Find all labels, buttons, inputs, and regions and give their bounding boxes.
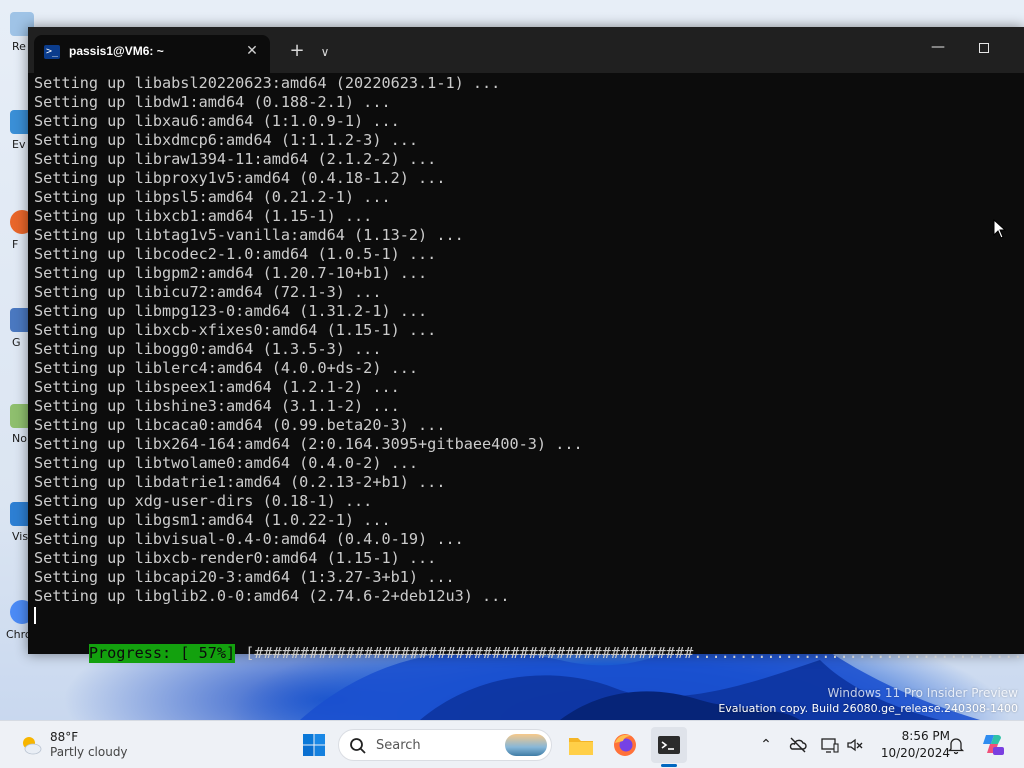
taskbar-search[interactable]: Search	[338, 729, 552, 761]
terminal-icon	[658, 736, 680, 754]
desktop-icon-label: Ev	[12, 138, 26, 151]
firefox-icon	[614, 734, 636, 756]
network-icon[interactable]	[820, 735, 840, 755]
terminal-line: Setting up libspeex1:amd64 (1.2.1-2) ...	[34, 378, 400, 396]
clock-time: 8:56 PM	[901, 729, 950, 743]
start-button[interactable]	[296, 727, 332, 763]
terminal-line: Setting up libvisual-0.4-0:amd64 (0.4.0-…	[34, 530, 464, 548]
terminal-line: Setting up libgpm2:amd64 (1.20.7-10+b1) …	[34, 264, 428, 282]
minimize-button[interactable]: —	[918, 35, 958, 61]
desktop-icon-label: No	[12, 432, 27, 445]
terminal-line: Setting up libxcb-xfixes0:amd64 (1.15-1)…	[34, 321, 437, 339]
new-tab-button[interactable]: +	[286, 41, 308, 63]
progress-label: Progress: [ 57%]	[88, 644, 236, 663]
terminal-line: Setting up libxdmcp6:amd64 (1:1.1.2-3) .…	[34, 131, 419, 149]
desktop-icon-label: Re	[12, 40, 26, 53]
file-explorer-button[interactable]	[563, 727, 599, 763]
terminal-line: Setting up libglib2.0-0:amd64 (2.74.6-2+…	[34, 587, 510, 605]
copilot-button[interactable]	[980, 732, 1004, 756]
terminal-line: Setting up libabsl20220623:amd64 (202206…	[34, 74, 501, 92]
terminal-line: Setting up liblerc4:amd64 (4.0.0+ds-2) .…	[34, 359, 419, 377]
terminal-line: Setting up libproxy1v5:amd64 (0.4.18-1.2…	[34, 169, 446, 187]
copilot-icon	[983, 735, 1004, 755]
terminal-lines: Setting up libabsl20220623:amd64 (202206…	[34, 74, 1024, 606]
terminal-output[interactable]: Setting up libabsl20220623:amd64 (202206…	[28, 73, 1024, 663]
chevron-down-icon[interactable]: ∨	[314, 41, 336, 63]
terminal-line: Setting up libogg0:amd64 (1.3.5-3) ...	[34, 340, 382, 358]
search-highlight-image	[505, 734, 547, 756]
terminal-titlebar[interactable]: >_ passis1@VM6: ~ ✕ + ∨ —	[28, 27, 1024, 73]
terminal-line: Setting up libmpg123-0:amd64 (1.31.2-1) …	[34, 302, 428, 320]
windows-start-icon	[303, 734, 325, 756]
taskbar-clock[interactable]: 8:56 PM 10/20/2024	[870, 728, 950, 762]
terminal-line: Setting up libdw1:amd64 (0.188-2.1) ...	[34, 93, 391, 111]
maximize-button[interactable]	[964, 35, 1004, 61]
weather-condition: Partly cloudy	[50, 745, 128, 759]
partly-cloudy-icon	[23, 737, 42, 755]
weather-temperature: 88°F	[50, 730, 79, 744]
desktop-icon-chromium[interactable]: Chromium	[4, 600, 63, 642]
terminal-line: Setting up libpsl5:amd64 (0.21.2-1) ...	[34, 188, 391, 206]
notification-icon[interactable]	[946, 735, 966, 755]
terminal-line: Setting up libcodec2-1.0:amd64 (1.0.5-1)…	[34, 245, 437, 263]
terminal-line: Setting up libxcb-render0:amd64 (1.15-1)…	[34, 549, 437, 567]
tab-title: passis1@VM6: ~	[69, 44, 164, 58]
taskbar: 88°F Partly cloudy Search ⌃ 8:56 PM 10/2…	[0, 720, 1024, 768]
terminal-line: Setting up libx264-164:amd64 (2:0.164.30…	[34, 435, 583, 453]
close-tab-icon[interactable]: ✕	[242, 41, 262, 61]
watermark-build: Evaluation copy. Build 26080.ge_release.…	[718, 702, 1018, 715]
terminal-taskbar-button[interactable]	[651, 727, 687, 763]
watermark-edition: Windows 11 Pro Insider Preview	[827, 686, 1018, 700]
terminal-line: Setting up libxcb1:amd64 (1.15-1) ...	[34, 207, 373, 225]
firefox-button[interactable]	[607, 727, 643, 763]
active-app-indicator	[661, 764, 677, 767]
progress-line: Progress: [ 57%] [#######################…	[34, 625, 1024, 663]
text-cursor	[34, 607, 36, 624]
desktop-icon-label: F	[12, 238, 19, 251]
chevron-up-icon[interactable]: ⌃	[756, 735, 776, 755]
progress-bar-text: [#######################################…	[245, 644, 1024, 662]
desktop-icon-recycle-bin[interactable]: Re	[4, 12, 34, 54]
desktop-icon-vscode[interactable]: Visu	[4, 502, 35, 544]
volume-icon[interactable]	[845, 735, 865, 755]
terminal-line: Setting up libshine3:amd64 (3.1.1-2) ...	[34, 397, 400, 415]
prompt-line	[34, 606, 1024, 625]
powershell-icon: >_	[44, 45, 60, 59]
desktop-icon-edge[interactable]: Ev	[4, 110, 34, 152]
onedrive-icon[interactable]	[788, 735, 808, 755]
terminal-line: Setting up libxau6:amd64 (1:1.0.9-1) ...	[34, 112, 400, 130]
terminal-tab[interactable]: >_ passis1@VM6: ~ ✕	[34, 35, 270, 73]
os-watermark: Windows 11 Pro Insider Preview Evaluatio…	[718, 686, 1018, 716]
terminal-line: Setting up libdatrie1:amd64 (0.2.13-2+b1…	[34, 473, 446, 491]
file-explorer-icon	[569, 738, 593, 755]
clock-date: 10/20/2024	[880, 746, 950, 760]
desktop-icon-notepad[interactable]: No	[4, 404, 34, 446]
terminal-line: Setting up libtag1v5-vanilla:amd64 (1.13…	[34, 226, 464, 244]
weather-widget[interactable]: 88°F Partly cloudy	[16, 728, 136, 762]
terminal-line: Setting up libraw1394-11:amd64 (2.1.2-2)…	[34, 150, 437, 168]
desktop-icon-label: G	[12, 336, 21, 349]
desktop-icon-firefox[interactable]: F	[4, 210, 34, 252]
search-icon	[350, 738, 366, 754]
terminal-line: Setting up xdg-user-dirs (0.18-1) ...	[34, 492, 373, 510]
terminal-line: Setting up libgsm1:amd64 (1.0.22-1) ...	[34, 511, 391, 529]
terminal-line: Setting up libcapi20-3:amd64 (1:3.27-3+b…	[34, 568, 455, 586]
terminal-line: Setting up libicu72:amd64 (72.1-3) ...	[34, 283, 382, 301]
search-label: Search	[376, 738, 421, 753]
terminal-line: Setting up libcaca0:amd64 (0.99.beta20-3…	[34, 416, 446, 434]
mouse-pointer-icon	[993, 219, 1007, 239]
terminal-window[interactable]: >_ passis1@VM6: ~ ✕ + ∨ — Setting up lib…	[28, 27, 1024, 663]
desktop-icon-git[interactable]: G	[4, 308, 34, 350]
terminal-line: Setting up libtwolame0:amd64 (0.4.0-2) .…	[34, 454, 419, 472]
